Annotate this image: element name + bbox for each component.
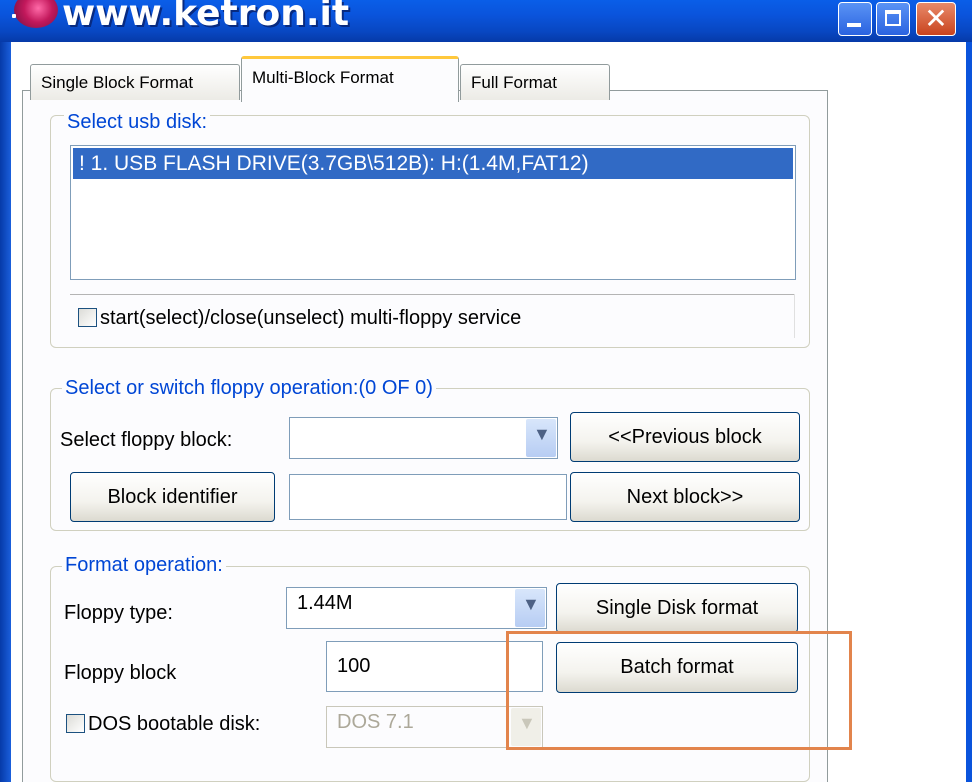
format-operation-group-label: Format operation: [62,554,226,577]
multi-floppy-service-checkbox[interactable] [78,308,97,327]
app-icon-dot [12,14,16,18]
floppy-block-label: Floppy block [64,662,177,684]
select-floppy-block-label: Select floppy block: [60,429,233,451]
window-frame-left [0,42,11,782]
dos-bootable-checkbox[interactable] [66,714,85,733]
dos-version-value: DOS 7.1 [337,711,414,733]
divider-vertical [794,294,795,338]
tab-single-block-format[interactable]: Single Block Format [30,64,240,100]
next-block-button[interactable]: Next block>> [570,472,800,522]
tab-multi-block-format[interactable]: Multi-Block Format [241,56,459,102]
multi-floppy-service-label: start(select)/close(unselect) multi-flop… [100,307,522,329]
minimize-button[interactable] [838,2,872,36]
app-icon [14,0,58,28]
window-frame-right [966,42,972,782]
usb-disk-group-label: Select usb disk: [64,111,211,134]
chevron-down-icon: ▼ [533,424,551,444]
floppy-block-select[interactable]: ▼ [289,417,558,459]
floppy-operation-group-label: Select or switch floppy operation:(0 OF … [62,377,436,400]
floppy-type-value: 1.44M [297,592,353,614]
tab-full-format[interactable]: Full Format [460,64,610,100]
usb-disk-list-item[interactable]: ! 1. USB FLASH DRIVE(3.7GB\512B): H:(1.4… [73,148,793,179]
chevron-down-icon: ▼ [522,594,540,614]
previous-block-button[interactable]: <<Previous block [570,412,800,462]
window-title: www.ketron.it [62,0,350,34]
title-bar[interactable]: www.ketron.it ✕ [0,0,972,42]
close-button[interactable]: ✕ [916,2,956,36]
floppy-type-label: Floppy type: [64,602,173,624]
close-icon: ✕ [924,2,948,35]
floppy-type-dropdown-button[interactable]: ▼ [515,589,545,627]
floppy-type-select[interactable]: 1.44M ▼ [286,587,547,629]
highlight-annotation [506,631,852,750]
usb-disk-list[interactable]: ! 1. USB FLASH DRIVE(3.7GB\512B): H:(1.4… [70,145,796,280]
single-disk-format-button[interactable]: Single Disk format [556,583,798,633]
app-window: www.ketron.it ✕ Single Block Format Mult… [0,0,972,782]
divider [70,294,794,295]
floppy-block-dropdown-button[interactable]: ▼ [526,419,556,457]
maximize-icon [885,10,901,26]
minimize-icon [847,23,861,27]
block-identifier-input[interactable] [289,474,567,520]
dos-bootable-label: DOS bootable disk: [88,713,261,735]
block-identifier-button[interactable]: Block identifier [70,472,275,522]
maximize-button[interactable] [876,2,910,36]
